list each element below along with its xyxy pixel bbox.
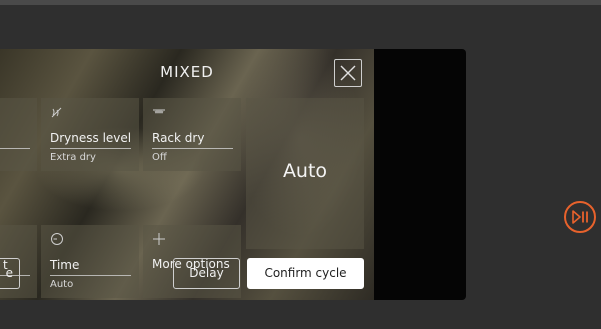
dryness-level-tile[interactable]: Dryness level Extra dry xyxy=(41,98,139,171)
rack-dry-value: Off xyxy=(152,152,167,163)
rack-dry-tile[interactable]: Rack dry Off xyxy=(143,98,241,171)
tile-divider xyxy=(50,275,131,276)
confirm-cycle-button-label: Confirm cycle xyxy=(264,266,347,280)
clock-icon xyxy=(51,233,63,245)
tile-divider xyxy=(0,148,30,149)
time-tile[interactable]: Time Auto xyxy=(41,225,139,298)
partial-left-button[interactable]: e xyxy=(0,258,20,289)
dialog-panel: MIXED t Dryness level Extra dry Rack dry… xyxy=(0,49,466,300)
play-pause-button[interactable] xyxy=(564,201,596,233)
top-bar xyxy=(0,0,601,5)
play-pause-icon xyxy=(572,210,588,224)
confirm-cycle-button[interactable]: Confirm cycle xyxy=(247,258,364,289)
time-value: Auto xyxy=(50,279,74,290)
dryness-level-value: Extra dry xyxy=(50,152,96,163)
auto-label: Auto xyxy=(282,160,328,182)
rack-dry-label: Rack dry xyxy=(152,131,205,145)
dialog-title: MIXED xyxy=(160,63,214,81)
tile-divider xyxy=(152,148,233,149)
close-icon xyxy=(340,65,356,81)
delay-button[interactable]: Delay xyxy=(173,258,240,289)
rack-icon xyxy=(153,109,165,114)
partial-left-button-label: e xyxy=(5,266,13,280)
close-button[interactable] xyxy=(334,59,362,87)
partial-tile-top[interactable] xyxy=(0,98,37,171)
time-label: Time xyxy=(50,258,80,272)
cycle-options-dialog: MIXED t Dryness level Extra dry Rack dry… xyxy=(0,49,374,300)
dryness-icon xyxy=(51,107,62,118)
plus-icon xyxy=(153,233,165,245)
auto-tile[interactable]: Auto xyxy=(246,98,364,249)
dryness-level-label: Dryness level xyxy=(50,131,132,145)
delay-button-label: Delay xyxy=(189,266,224,280)
tile-divider xyxy=(50,148,131,149)
